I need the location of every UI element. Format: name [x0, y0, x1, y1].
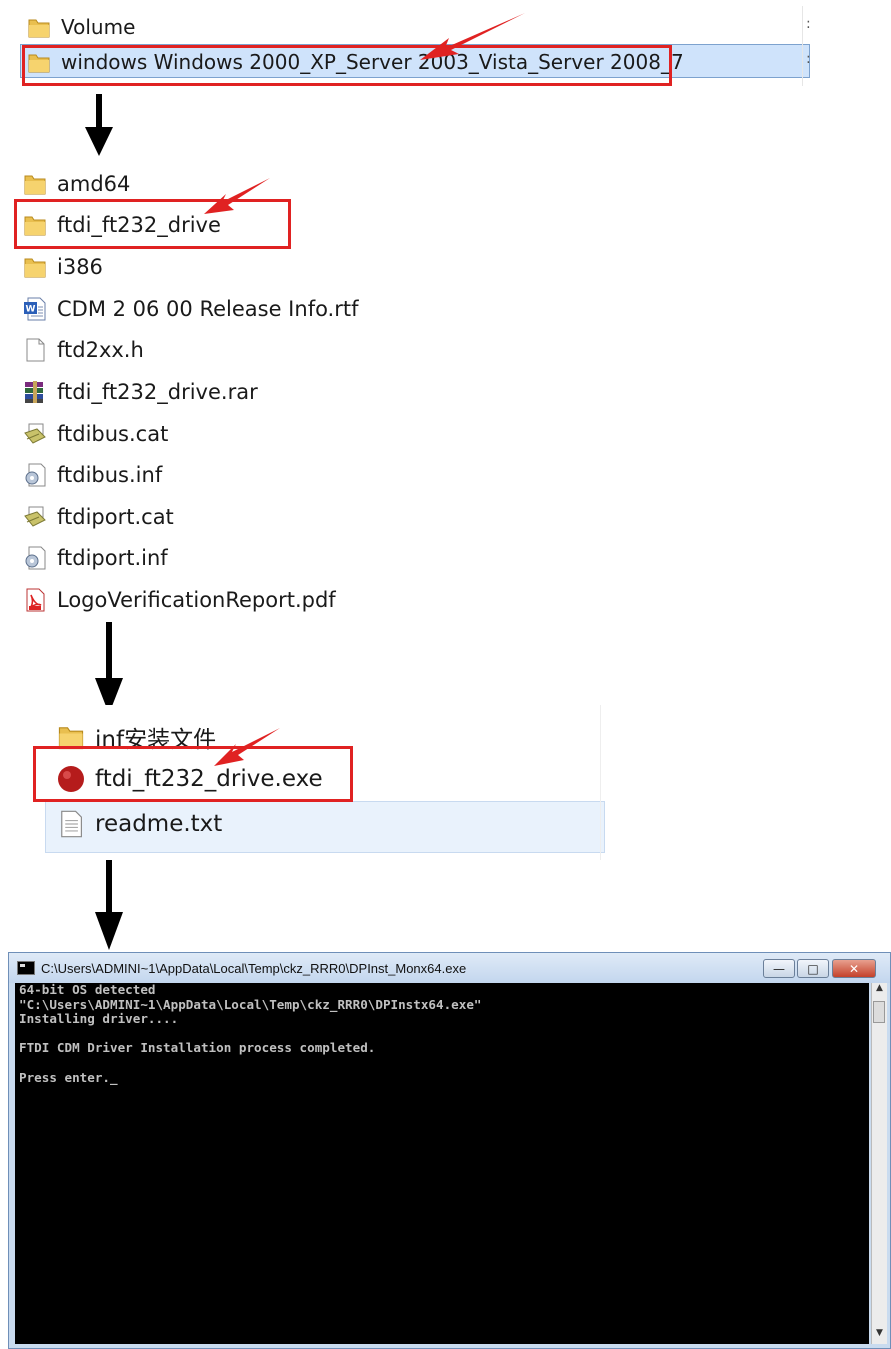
- text-file-icon: [56, 809, 86, 839]
- list-item-readme-txt[interactable]: readme.txt: [56, 809, 222, 839]
- down-arrow: [85, 94, 113, 156]
- console-output[interactable]: 64-bit OS detected "C:\Users\ADMINI~1\Ap…: [15, 982, 869, 1344]
- folder-icon: [26, 14, 52, 40]
- column-marker: :: [806, 51, 811, 67]
- list-item-ftdiport-inf[interactable]: ftdiport.inf: [22, 545, 168, 571]
- list-item-ftd2xx-h[interactable]: ftd2xx.h: [22, 337, 144, 363]
- item-label: ftdibus.cat: [57, 422, 169, 446]
- list-item-i386[interactable]: i386: [22, 254, 103, 280]
- blank-file-icon: [22, 337, 48, 363]
- security-catalog-icon: [22, 421, 48, 447]
- close-button[interactable]: ✕: [832, 959, 876, 978]
- list-item-ftdibus-cat[interactable]: ftdibus.cat: [22, 421, 168, 447]
- console-line: FTDI CDM Driver Installation process com…: [19, 1040, 376, 1056]
- winrar-archive-icon: [22, 379, 48, 405]
- item-label: ftdi_ft232_drive.rar: [57, 380, 258, 404]
- console-line: Installing driver....: [19, 1011, 179, 1027]
- highlight-box: [33, 746, 353, 802]
- list-item-ftdiport-cat[interactable]: ftdiport.cat: [22, 504, 174, 530]
- pointer-arrow-red: [214, 728, 280, 766]
- scroll-thumb[interactable]: [873, 1001, 885, 1023]
- item-label: ftdiport.cat: [57, 505, 174, 529]
- down-arrow: [95, 860, 123, 950]
- item-label: Volume: [61, 15, 136, 39]
- folder-icon: [22, 171, 48, 197]
- down-arrow: [95, 622, 123, 714]
- console-app-icon: [17, 961, 35, 975]
- column-divider: [600, 705, 601, 860]
- list-item-ftdibus-inf[interactable]: ftdibus.inf: [22, 462, 162, 488]
- column-divider: [802, 6, 803, 86]
- svg-text:W: W: [26, 305, 36, 315]
- list-item-release-info[interactable]: W CDM 2 06 00 Release Info.rtf: [22, 296, 359, 322]
- column-marker: :: [806, 16, 811, 32]
- folder-icon: [22, 254, 48, 280]
- console-line: 64-bit OS detected: [19, 982, 156, 997]
- minimize-button[interactable]: —: [763, 959, 795, 978]
- item-label: ftdiport.inf: [57, 546, 168, 570]
- pdf-icon: [22, 587, 48, 613]
- scroll-down-arrow-icon[interactable]: ▼: [872, 1328, 887, 1344]
- security-catalog-icon: [22, 504, 48, 530]
- item-label: LogoVerificationReport.pdf: [57, 588, 336, 612]
- console-line: "C:\Users\ADMINI~1\AppData\Local\Temp\ck…: [19, 996, 482, 1012]
- pointer-arrow-red: [420, 13, 525, 60]
- word-document-icon: W: [22, 296, 48, 322]
- console-line: Press enter._: [19, 1069, 118, 1085]
- item-label: CDM 2 06 00 Release Info.rtf: [57, 297, 359, 321]
- console-window: C:\Users\ADMINI~1\AppData\Local\Temp\ckz…: [8, 952, 891, 1349]
- item-label: i386: [57, 255, 103, 279]
- item-label: readme.txt: [95, 811, 223, 837]
- console-title: C:\Users\ADMINI~1\AppData\Local\Temp\ckz…: [41, 960, 467, 976]
- vertical-scrollbar[interactable]: ▲ ▼: [871, 983, 887, 1344]
- console-titlebar[interactable]: C:\Users\ADMINI~1\AppData\Local\Temp\ckz…: [9, 953, 890, 983]
- item-label: amd64: [57, 172, 131, 196]
- list-item-logo-report-pdf[interactable]: LogoVerificationReport.pdf: [22, 587, 336, 613]
- list-item-volume[interactable]: Volume: [26, 14, 135, 40]
- pointer-arrow-red: [204, 178, 270, 214]
- highlight-box: [22, 45, 672, 86]
- item-label: ftd2xx.h: [57, 338, 144, 362]
- maximize-button[interactable]: □: [797, 959, 829, 978]
- setup-information-icon: [22, 462, 48, 488]
- scroll-up-arrow-icon[interactable]: ▲: [872, 983, 887, 999]
- list-item-amd64[interactable]: amd64: [22, 171, 130, 197]
- item-label: ftdibus.inf: [57, 463, 163, 487]
- setup-information-icon: [22, 545, 48, 571]
- list-item-ftdi-rar[interactable]: ftdi_ft232_drive.rar: [22, 379, 258, 405]
